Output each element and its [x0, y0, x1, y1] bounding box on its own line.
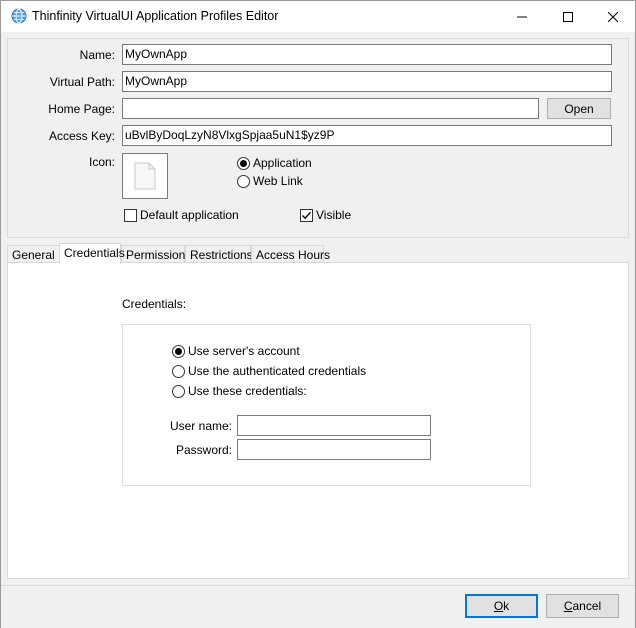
radio-unselected-indicator	[172, 384, 185, 398]
type-application-radio[interactable]: Application	[237, 156, 312, 170]
tab-restrictions[interactable]: Restrictions	[185, 245, 253, 263]
minimize-icon	[517, 12, 527, 22]
open-button[interactable]: Open	[547, 98, 611, 119]
close-button[interactable]	[590, 1, 636, 32]
username-label: User name:	[169, 419, 232, 433]
icon-picker[interactable]	[122, 153, 168, 199]
blank-document-icon	[134, 162, 156, 193]
tab-credentials[interactable]: Credentials	[59, 243, 125, 264]
name-label: Name:	[79, 48, 115, 62]
use-server-account-label: Use server's account	[188, 344, 300, 358]
checkbox-unchecked-box	[124, 208, 137, 222]
cancel-label-rest: ancel	[572, 599, 602, 613]
tab-access-hours[interactable]: Access Hours	[251, 245, 330, 263]
dialog-footer: Ok Cancel	[1, 585, 635, 628]
use-authenticated-credentials-radio[interactable]: Use the authenticated credentials	[172, 364, 366, 378]
maximize-button[interactable]	[545, 1, 591, 32]
access-key-input[interactable]: uBvlByDoqLzyN8VlxgSpjaa5uN1$yz9P	[122, 125, 612, 146]
cancel-accelerator: C	[563, 599, 573, 613]
minimize-button[interactable]	[499, 1, 545, 32]
use-server-account-radio[interactable]: Use server's account	[172, 344, 300, 358]
credentials-group-box: Use server's account Use the authenticat…	[122, 324, 531, 486]
profiles-editor-window: Thinfinity VirtualUI Application Profile…	[0, 0, 636, 628]
radio-unselected-indicator	[237, 174, 250, 188]
type-web-link-label: Web Link	[253, 174, 303, 188]
virtual-path-input[interactable]: MyOwnApp	[122, 71, 612, 92]
visible-label: Visible	[316, 208, 352, 222]
password-label: Password:	[175, 443, 232, 457]
ok-label-rest: k	[503, 599, 510, 613]
type-application-label: Application	[253, 156, 312, 170]
radio-selected-indicator	[237, 156, 250, 170]
home-page-input[interactable]	[122, 98, 539, 119]
name-input[interactable]: MyOwnApp	[122, 44, 612, 65]
use-these-credentials-label: Use these credentials:	[188, 384, 307, 398]
window-title: Thinfinity VirtualUI Application Profile…	[32, 9, 279, 23]
type-web-link-radio[interactable]: Web Link	[237, 174, 303, 188]
radio-selected-indicator	[172, 344, 185, 358]
tab-general[interactable]: General	[7, 245, 60, 263]
access-key-label: Access Key:	[48, 129, 115, 143]
checkmark-icon	[300, 208, 313, 222]
default-application-label: Default application	[140, 208, 239, 222]
ok-button[interactable]: Ok	[465, 594, 538, 618]
ok-accelerator: O	[493, 599, 504, 613]
icon-label: Icon:	[88, 155, 115, 169]
virtual-path-label: Virtual Path:	[49, 75, 115, 89]
close-icon	[608, 11, 618, 22]
title-bar[interactable]: Thinfinity VirtualUI Application Profile…	[1, 1, 635, 32]
credentials-tab-panel: Credentials: Use server's account Use th…	[7, 262, 629, 579]
profile-properties-panel: Name: MyOwnApp Virtual Path: MyOwnApp Ho…	[7, 38, 629, 238]
credentials-section-label: Credentials:	[122, 297, 187, 311]
cancel-button[interactable]: Cancel	[546, 594, 619, 618]
use-these-credentials-radio[interactable]: Use these credentials:	[172, 384, 307, 398]
tab-permissions[interactable]: Permissions	[121, 245, 191, 263]
visible-checkbox[interactable]: Visible	[300, 208, 351, 222]
password-input[interactable]	[237, 439, 431, 460]
username-input[interactable]	[237, 415, 431, 436]
home-page-label: Home Page:	[48, 102, 115, 116]
app-globe-icon	[11, 8, 27, 24]
default-application-checkbox[interactable]: Default application	[124, 208, 239, 222]
radio-unselected-indicator	[172, 364, 185, 378]
use-authenticated-credentials-label: Use the authenticated credentials	[188, 364, 367, 378]
maximize-icon	[563, 11, 573, 22]
